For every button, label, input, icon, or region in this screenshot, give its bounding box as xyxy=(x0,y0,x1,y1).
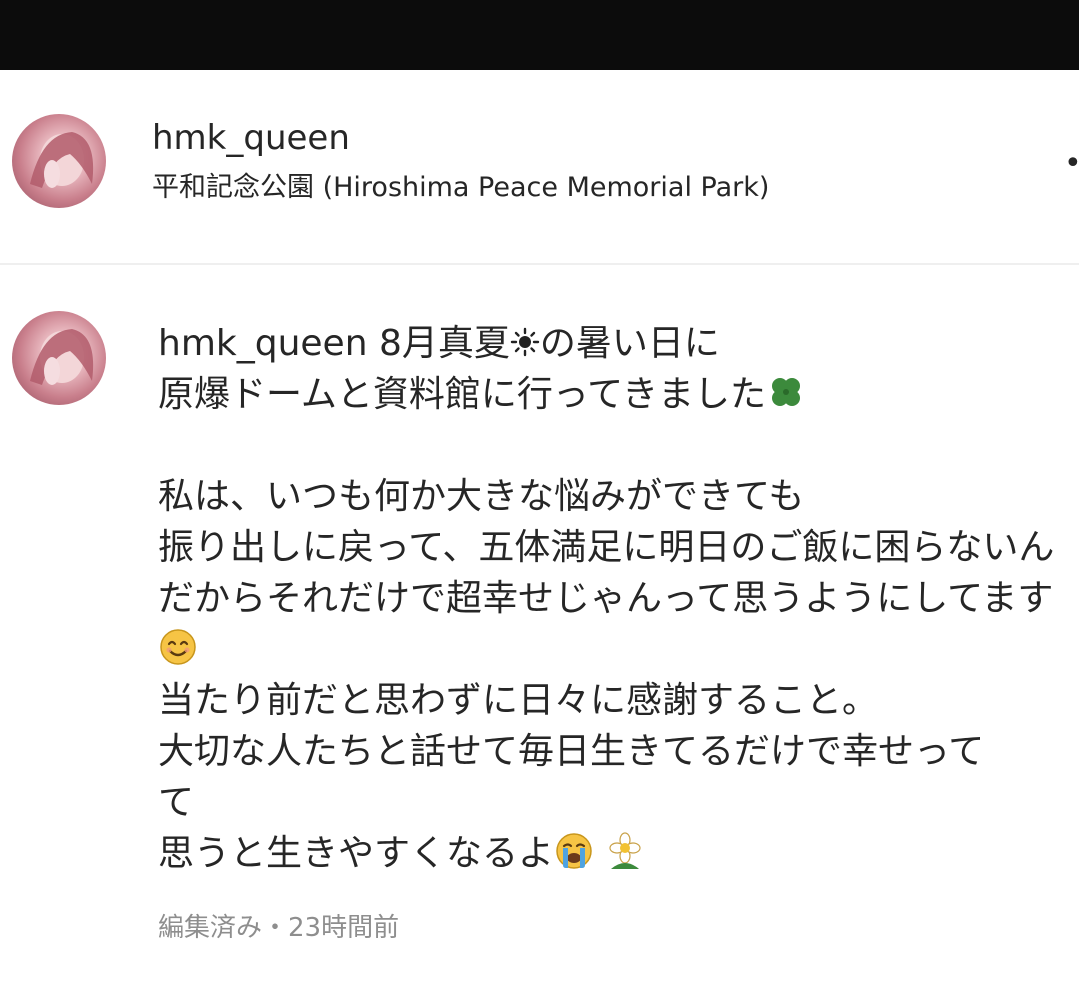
top-bar xyxy=(0,0,1079,70)
avatar[interactable] xyxy=(12,114,106,208)
smiling-face-icon xyxy=(158,627,198,667)
post-location[interactable]: 平和記念公園 (Hiroshima Peace Memorial Park) xyxy=(152,168,769,208)
sun-icon xyxy=(510,327,540,357)
caption-username[interactable]: hmk_queen xyxy=(158,323,368,364)
caption-part-1: 8月真夏 xyxy=(378,323,510,364)
post-meta: 編集済み・23時間前 xyxy=(158,913,400,943)
caption-text: hmk_queen 8月真夏 の暑い日に 原爆ドームと資料館に行ってきました 私は… xyxy=(158,318,1063,879)
more-options-icon[interactable]: • xyxy=(1064,149,1079,179)
four-leaf-clover-icon xyxy=(766,372,806,412)
divider xyxy=(0,263,1079,265)
crying-face-icon xyxy=(554,831,594,871)
post-username[interactable]: hmk_queen xyxy=(152,116,350,160)
caption-avatar[interactable] xyxy=(12,311,106,405)
flower-icon xyxy=(605,831,645,871)
post-header xyxy=(0,70,1079,263)
caption-part-3: 私は、いつも何か大きな悩みができても 振り出しに戻って、五体満足に明日のご飯に困… xyxy=(158,476,1055,619)
